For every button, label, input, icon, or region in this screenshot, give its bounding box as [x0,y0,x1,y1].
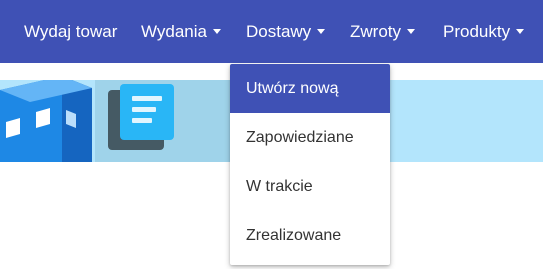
caret-down-icon [213,29,221,35]
nav-item-label: Dostawy [246,22,312,41]
nav-item-produkty[interactable]: Produkty [443,0,525,63]
building-icon [0,80,92,162]
dropdown-item-label: Zrealizowane [246,227,342,244]
top-navbar: Wydaj towar Wydania Dostawy Zwroty Produ… [0,0,543,63]
nav-item-zwroty[interactable]: Zwroty [350,0,415,63]
dropdown-item-w-trakcie[interactable]: W trakcie [230,162,390,211]
nav-item-label: Wydania [141,22,207,41]
page: Wydaj towar Wydania Dostawy Zwroty Produ… [0,0,543,269]
dropdown-item-zrealizowane[interactable]: Zrealizowane [230,211,390,260]
caret-down-icon [516,29,525,35]
nav-item-label: Produkty [443,22,511,41]
dropdown-item-label: W trakcie [246,178,313,195]
dropdown-item-zapowiedziane[interactable]: Zapowiedziane [230,113,390,162]
nav-item-label: Zwroty [350,22,401,41]
dostawy-dropdown-menu: Utwórz nową Zapowiedziane W trakcie Zrea… [230,64,390,265]
nav-item-wydaj-towar[interactable]: Wydaj towar [24,0,117,63]
nav-item-dostawy[interactable]: Dostawy [246,0,326,63]
dropdown-item-utworz-nowa[interactable]: Utwórz nową [230,64,390,113]
caret-down-icon [317,29,326,35]
nav-item-wydania[interactable]: Wydania [141,0,221,63]
nav-item-label: Wydaj towar [24,22,118,41]
dropdown-item-label: Utwórz nową [246,80,339,97]
caret-down-icon [407,29,415,35]
dropdown-item-label: Zapowiedziane [246,129,354,146]
